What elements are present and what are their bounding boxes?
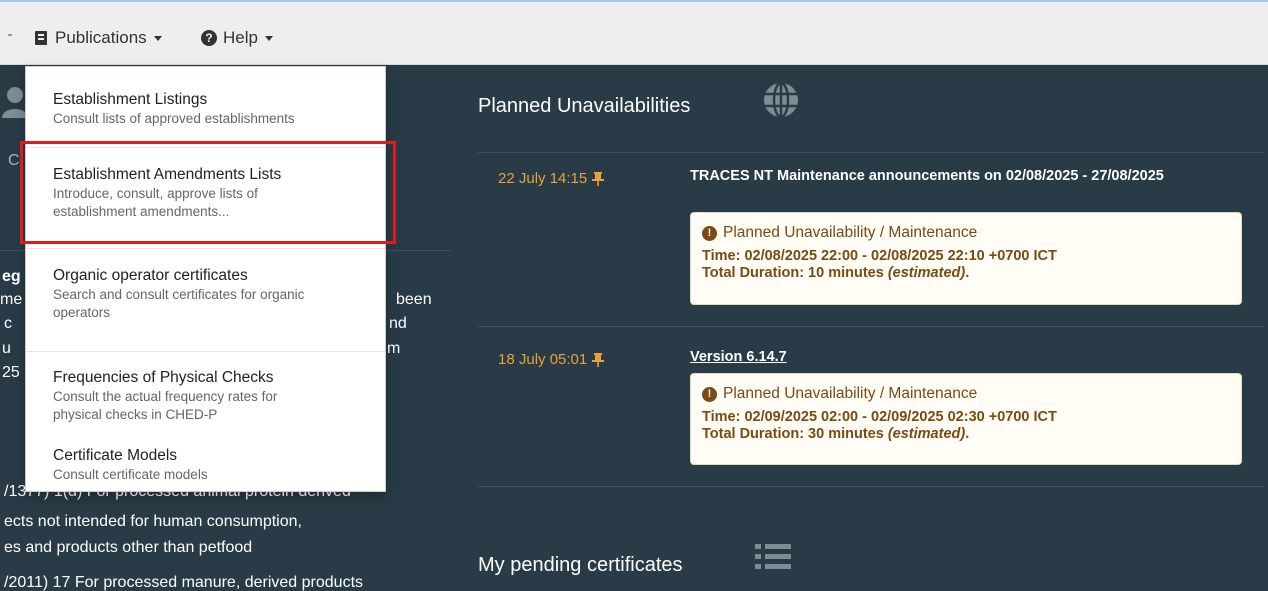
notice-time: Time: 02/08/2025 22:00 - 02/08/2025 22:1… [702,248,1057,264]
publications-menu-toggle[interactable]: Publications [35,28,162,48]
announcement-title[interactable]: TRACES NT Maintenance announcements on 0… [690,168,1230,185]
menu-item-title: Establishment Listings [53,91,208,108]
notice-header: ! Planned Unavailability / Maintenance [702,224,1230,242]
book-icon [35,31,47,45]
notice-type: Planned Unavailability / Maintenance [723,224,978,241]
exclamation-icon: ! [702,386,717,402]
section-divider [478,326,1264,327]
left-fragment: nd [389,315,407,332]
maintenance-notice: ! Planned Unavailability / Maintenance T… [690,212,1242,305]
period-text: . [965,265,970,281]
menu-item-physical-checks[interactable]: Frequencies of Physical Checks Consult t… [26,368,385,424]
left-fragment: been [396,291,432,308]
globe-icon [764,82,798,118]
question-icon: ? [201,30,217,46]
left-fragment: 25 [2,364,20,381]
navbar: Publications ? Help [0,2,1268,65]
menu-item-title: Certificate Models [53,447,178,464]
notice-header: ! Planned Unavailability / Maintenance [702,385,1230,403]
left-text-line: /2011) 17 For processed manure, derived … [4,574,364,591]
pin-icon [592,352,605,367]
left-text-line: es and products other than petfood [4,539,253,556]
section-divider [478,152,1264,153]
notice-type: Planned Unavailability / Maintenance [723,385,978,402]
menu-item-desc: Consult the actual frequency rates for p… [53,389,278,422]
left-fragment: C [8,152,20,169]
announcement-title-link[interactable]: Version 6.14.7 [690,349,787,366]
announcement-date: 18 July 05:01 [498,351,605,368]
announcement-date: 22 July 14:15 [498,170,605,187]
help-label: Help [223,28,258,47]
nav-separator [8,34,12,36]
notice-time: Time: 02/09/2025 02:00 - 02/09/2025 02:3… [702,409,1057,425]
list-icon [755,544,791,569]
menu-item-desc: Consult lists of approved establishments [53,111,295,126]
menu-item-desc: Search and consult certificates for orga… [53,287,305,320]
left-fragment: eg [2,268,21,285]
duration-text: Total Duration: 30 minutes [702,426,884,442]
menu-divider [26,351,385,352]
notice-duration: Total Duration: 30 minutes (estimated). [702,426,1230,443]
left-fragment: u [2,340,11,357]
menu-item-certificate-models[interactable]: Certificate Models Consult certificate m… [26,446,385,484]
maintenance-notice: ! Planned Unavailability / Maintenance T… [690,373,1242,465]
left-fragment: me [0,291,23,308]
date-text: 18 July 05:01 [498,351,588,368]
pin-icon [592,171,605,186]
caret-down-icon [153,35,162,41]
left-text-line: ects not intended for human consumption, [4,513,302,530]
highlight-box [20,141,396,244]
menu-item-desc: Consult certificate models [53,467,208,482]
period-text: . [965,426,970,442]
caret-down-icon [264,35,273,41]
menu-item-title: Organic operator certificates [53,267,248,284]
duration-text: Total Duration: 10 minutes [702,265,884,281]
publications-label: Publications [55,28,147,47]
menu-item-organic-certificates[interactable]: Organic operator certificates Search and… [26,266,385,322]
notice-duration: Total Duration: 10 minutes (estimated). [702,265,1230,282]
publications-dropdown-menu: Establishment Listings Consult lists of … [25,66,386,492]
pending-certificates-title: My pending certificates [478,554,683,576]
exclamation-icon: ! [702,225,717,241]
section-divider [478,486,1264,487]
menu-item-title: Frequencies of Physical Checks [53,369,274,386]
menu-divider [26,248,385,249]
left-fragment: m [387,340,401,357]
estimated-text: (estimated) [887,265,966,281]
estimated-text: (estimated) [887,426,966,442]
date-text: 22 July 14:15 [498,170,588,187]
help-menu-toggle[interactable]: ? Help [201,28,273,48]
left-fragment: c [4,315,12,332]
planned-unavailabilities-title: Planned Unavailabilities [478,95,691,117]
menu-item-establishment-listings[interactable]: Establishment Listings Consult lists of … [26,90,385,128]
